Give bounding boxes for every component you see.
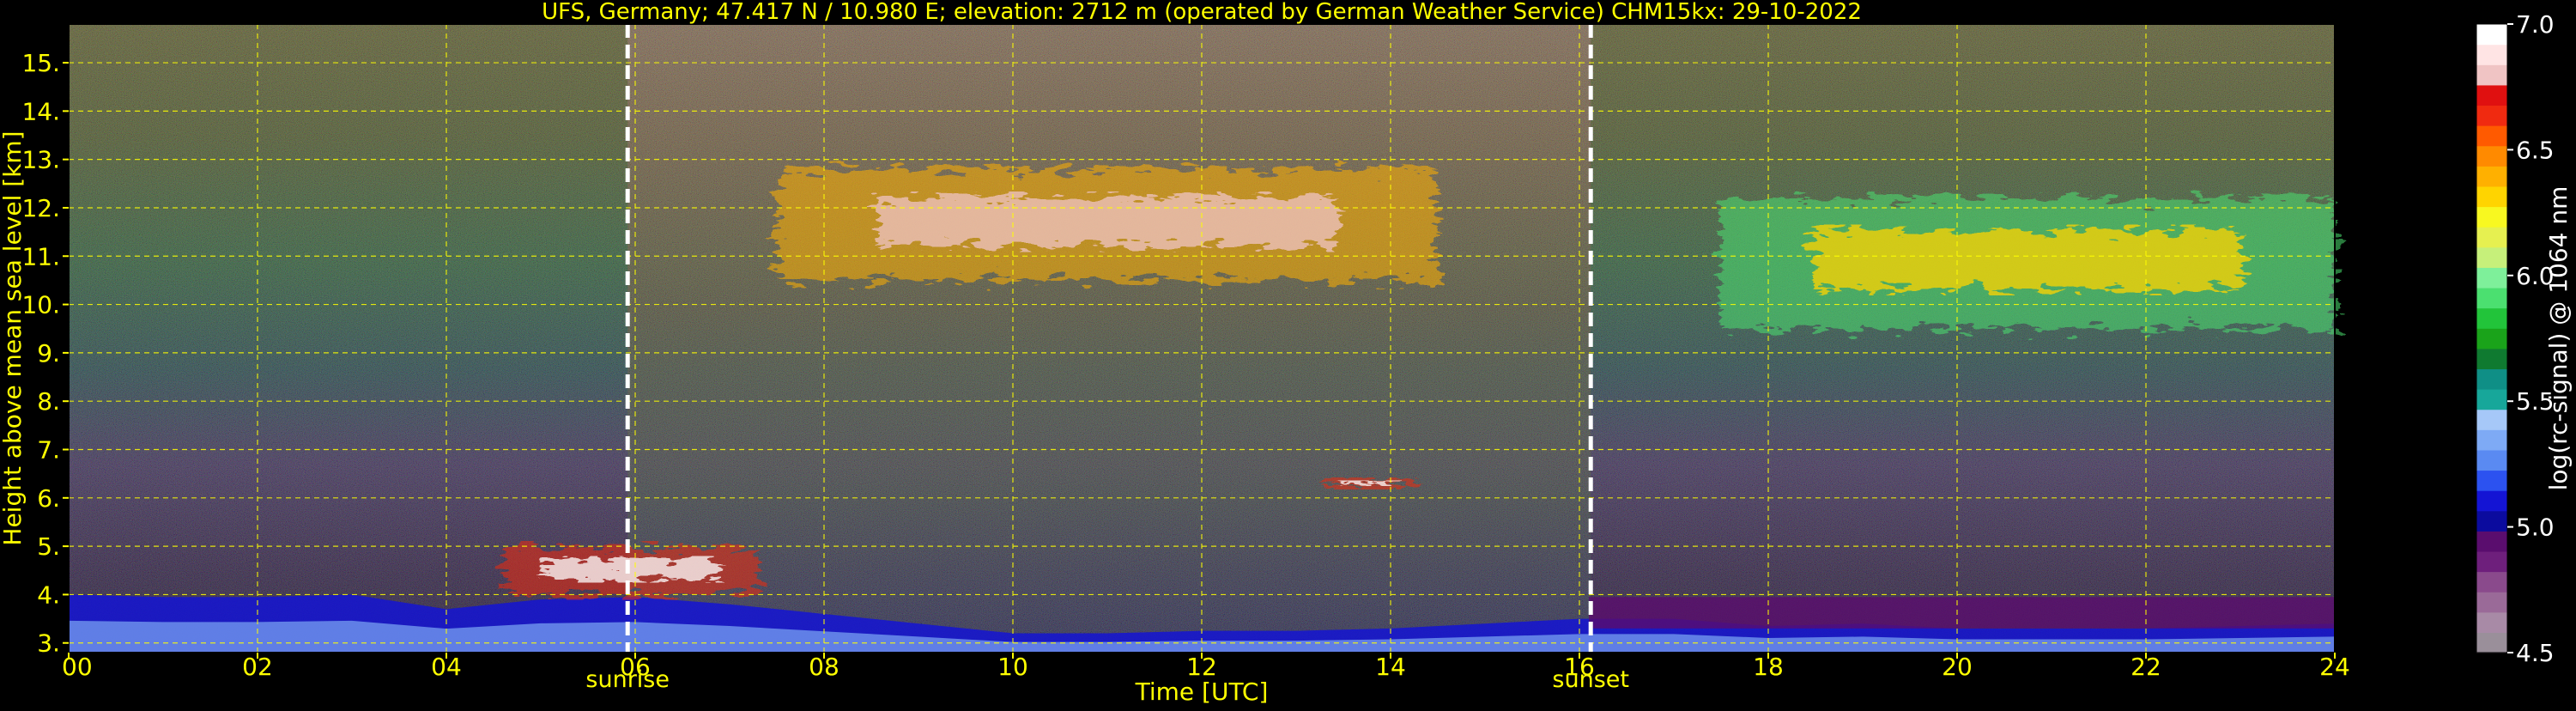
- residual-layer: [1589, 597, 2335, 629]
- colorbar-segment: [2476, 389, 2507, 410]
- colorbar-segment: [2476, 328, 2507, 349]
- x-axis-label: Time [UTC]: [1135, 678, 1269, 706]
- cloud-core: [541, 558, 720, 580]
- lidar-chart: sunrise sunset 00 02 04 06 08 10 12 14 16 18 20 22 24…: [0, 0, 2576, 708]
- y-tick-label: 15.: [21, 49, 60, 77]
- colorbar-segment: [2476, 287, 2507, 309]
- colorbar-segment: [2476, 348, 2507, 370]
- cloud-core: [1813, 230, 2243, 290]
- colorbar-segment: [2476, 64, 2507, 86]
- colorbar-segment: [2476, 409, 2507, 430]
- y-tick-label: 11.: [21, 242, 60, 270]
- colorbar-segment: [2476, 267, 2507, 289]
- colorbar-segment: [2476, 368, 2507, 390]
- cloud-core: [1338, 481, 1405, 486]
- y-tick-label: 9.: [37, 339, 60, 368]
- y-tick-label: 4.: [37, 580, 60, 609]
- y-tick-label: 7.: [37, 436, 60, 465]
- chart-title: UFS, Germany; 47.417 N / 10.980 E; eleva…: [542, 0, 1862, 25]
- colorbar-segment: [2476, 206, 2507, 228]
- colorbar-tick-label: 7.0: [2516, 10, 2555, 39]
- colorbar-segment: [2476, 44, 2507, 65]
- colorbar-segment: [2476, 510, 2507, 532]
- colorbar-segment: [2476, 592, 2507, 613]
- x-tick-label: 24: [2319, 653, 2350, 681]
- x-tick-label: 02: [242, 653, 273, 681]
- colorbar-segment: [2476, 227, 2507, 248]
- y-tick-label: 12.: [21, 194, 60, 222]
- colorbar-tick-label: 5.0: [2516, 514, 2555, 542]
- x-tick-label: 14: [1375, 653, 1406, 681]
- y-tick-label: 5.: [37, 532, 60, 561]
- colorbar-segment: [2476, 185, 2507, 208]
- y-axis-ticks: 3. 4. 5. 6. 7. 8. 9. 10. 11. 12. 13. 14. 15.: [21, 49, 69, 658]
- colorbar-segment: [2476, 84, 2507, 106]
- colorbar-segment: [2476, 632, 2507, 653]
- y-tick-label: 8.: [37, 387, 60, 416]
- colorbar-tick-label: 4.5: [2516, 639, 2555, 667]
- colorbar: [2476, 23, 2508, 653]
- colorbar-segment: [2476, 531, 2507, 552]
- x-tick-label: 18: [1753, 653, 1784, 681]
- colorbar-segment: [2476, 125, 2507, 147]
- y-tick-label: 14.: [21, 97, 60, 125]
- colorbar-segment: [2476, 24, 2507, 46]
- colorbar-segment: [2476, 550, 2507, 573]
- x-tick-label: 16: [1564, 653, 1595, 681]
- colorbar-segment: [2476, 145, 2507, 167]
- x-tick-label: 06: [620, 653, 651, 681]
- x-tick-label: 20: [1942, 653, 1973, 681]
- colorbar-segment: [2476, 246, 2507, 268]
- x-tick-label: 08: [809, 653, 839, 681]
- y-tick-label: 10.: [21, 291, 60, 319]
- chart-svg: sunrise sunset 00 02 04 06 08 10 12 14 16 18 20 22 24…: [0, 0, 2573, 706]
- colorbar-segment: [2476, 449, 2507, 471]
- colorbar-label: log(rc-signal) @ 1064 nm: [2544, 186, 2573, 491]
- x-tick-label: 04: [431, 653, 462, 681]
- colorbar-segment: [2476, 307, 2507, 329]
- colorbar-segment: [2476, 571, 2507, 592]
- colorbar-segment: [2476, 490, 2507, 512]
- colorbar-segment: [2476, 429, 2507, 451]
- y-tick-label: 3.: [37, 629, 60, 658]
- y-tick-label: 6.: [37, 484, 60, 513]
- colorbar-segment: [2476, 105, 2507, 126]
- x-tick-label: 22: [2131, 653, 2161, 681]
- colorbar-segment: [2476, 166, 2507, 187]
- x-tick-label: 00: [62, 653, 93, 681]
- y-axis-label: Height above mean sea level [km]: [0, 131, 27, 545]
- colorbar-segment: [2476, 611, 2507, 633]
- x-tick-label: 10: [997, 653, 1028, 681]
- cloud-core: [876, 197, 1339, 247]
- colorbar-tick-label: 6.5: [2516, 136, 2555, 164]
- colorbar-segment: [2476, 470, 2507, 491]
- y-tick-label: 13.: [21, 146, 60, 174]
